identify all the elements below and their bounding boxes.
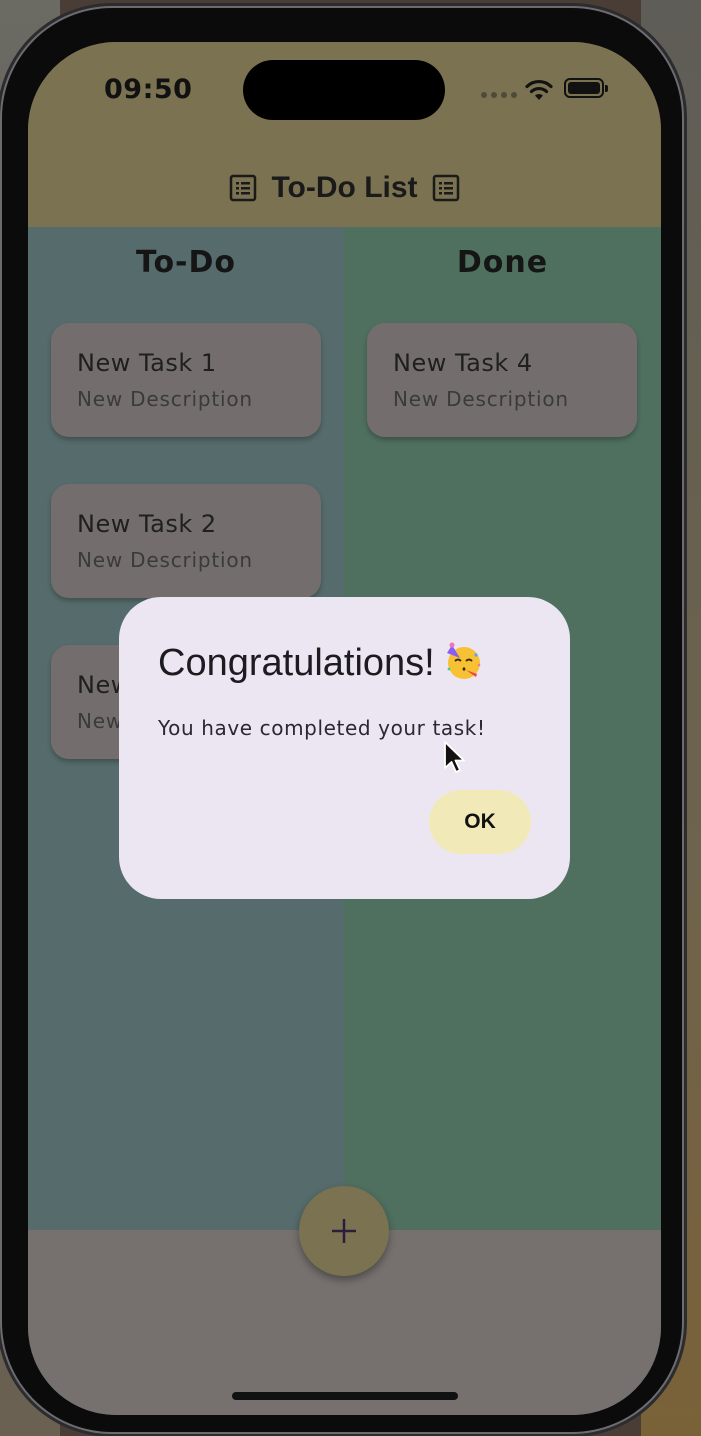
home-indicator bbox=[232, 1392, 458, 1400]
plus-icon bbox=[332, 1219, 356, 1243]
partying-face-emoji-icon bbox=[446, 642, 481, 679]
task-card[interactable]: New Task 2 New Description bbox=[51, 484, 321, 598]
dynamic-island bbox=[243, 60, 445, 120]
add-task-button[interactable] bbox=[299, 1186, 389, 1276]
wifi-icon bbox=[525, 79, 553, 100]
list-alt-icon bbox=[230, 174, 257, 202]
task-card[interactable]: New Task 1 New Description bbox=[51, 323, 321, 437]
signal-dots-icon bbox=[481, 92, 517, 98]
status-time: 09:50 bbox=[104, 74, 193, 105]
dialog-title-text: Congratulations! bbox=[158, 642, 435, 684]
done-column-title: Done bbox=[456, 245, 549, 280]
dialog-title: Congratulations! bbox=[158, 641, 483, 685]
ok-button[interactable]: OK bbox=[429, 790, 531, 854]
phone-screen: 09:50 To-Do List To-Do New Task 1 New De… bbox=[28, 42, 661, 1415]
task-description: New Description bbox=[77, 387, 253, 411]
task-title: New Task 4 bbox=[393, 349, 533, 377]
task-description: New Description bbox=[77, 548, 253, 572]
task-description: New Description bbox=[393, 387, 569, 411]
todo-column-title: To-Do bbox=[135, 245, 237, 280]
dialog-message: You have completed your task! bbox=[158, 716, 486, 740]
task-card[interactable]: New Task 4 New Description bbox=[367, 323, 637, 437]
app-title: To-Do List bbox=[271, 171, 418, 204]
phone-frame: 09:50 To-Do List To-Do New Task 1 New De… bbox=[2, 8, 682, 1432]
list-alt-icon bbox=[432, 174, 459, 202]
task-title: New Task 2 bbox=[77, 510, 217, 538]
task-title: New Task 1 bbox=[77, 349, 217, 377]
battery-icon bbox=[564, 78, 608, 98]
app-bar: 09:50 To-Do List bbox=[28, 42, 661, 227]
app-title-row: To-Do List bbox=[28, 166, 661, 210]
congratulations-dialog: Congratulations! You have completed your… bbox=[119, 597, 570, 899]
mouse-cursor-icon bbox=[444, 741, 465, 773]
